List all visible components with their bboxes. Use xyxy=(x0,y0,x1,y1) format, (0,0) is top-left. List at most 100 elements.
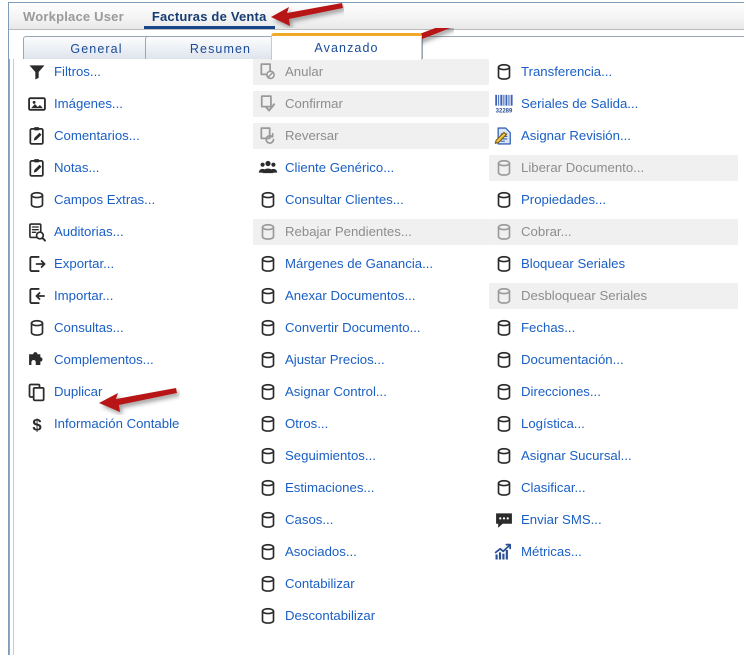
menu-item-label: Imágenes... xyxy=(54,96,123,112)
menu-item-duplicar[interactable]: Duplicar xyxy=(22,379,253,405)
svg-text:$: $ xyxy=(32,415,42,434)
database-icon xyxy=(493,413,515,435)
menu-item-label: Márgenes de Ganancia... xyxy=(285,256,434,272)
menu-item-label: Consultas... xyxy=(54,320,124,336)
menu-item-estimaciones[interactable]: Estimaciones... xyxy=(253,475,489,501)
menu-item-información-contable[interactable]: $ Información Contable xyxy=(22,411,253,437)
menu-item-importar[interactable]: Importar... xyxy=(22,283,253,309)
image-icon xyxy=(26,93,48,115)
database-icon xyxy=(493,253,515,275)
menu-item-label: Asociados... xyxy=(285,544,357,560)
menu-item-consultar-clientes[interactable]: Consultar Clientes... xyxy=(253,187,489,213)
menu-item-enviar-sms[interactable]: Enviar SMS... xyxy=(489,507,738,533)
menu-item-cliente-genérico[interactable]: Cliente Genérico... xyxy=(253,155,489,181)
menu-item-label: Cliente Genérico... xyxy=(285,160,395,176)
menu-item-direcciones[interactable]: Direcciones... xyxy=(489,379,738,405)
database-icon xyxy=(257,413,279,435)
tab-label: Avanzado xyxy=(314,41,379,55)
menu-item-transferencia[interactable]: Transferencia... xyxy=(489,59,738,85)
menu-item-label: Importar... xyxy=(54,288,114,304)
menu-item-label: Reversar xyxy=(285,128,339,144)
menu-item-descontabilizar[interactable]: Descontabilizar xyxy=(253,603,489,629)
menu-item-complementos[interactable]: Complementos... xyxy=(22,347,253,373)
menu-item-label: Asignar Revisión... xyxy=(521,128,631,144)
menu-item-label: Bloquear Seriales xyxy=(521,256,626,272)
tab-label: General xyxy=(70,41,123,56)
menu-item-label: Información Contable xyxy=(54,416,180,432)
clipboard-edit-icon xyxy=(26,125,48,147)
menu-item-rebajar-pendientes: Rebajar Pendientes... xyxy=(253,219,489,245)
menu-item-imágenes[interactable]: Imágenes... xyxy=(22,91,253,117)
menu-item-seguimientos[interactable]: Seguimientos... xyxy=(253,443,489,469)
menu-item-logística[interactable]: Logística... xyxy=(489,411,738,437)
menu-item-exportar[interactable]: Exportar... xyxy=(22,251,253,277)
menu-item-contabilizar[interactable]: Contabilizar xyxy=(253,571,489,597)
database-icon xyxy=(26,317,48,339)
database-icon xyxy=(493,317,515,339)
menu-item-otros[interactable]: Otros... xyxy=(253,411,489,437)
database-icon xyxy=(257,605,279,627)
audit-search-icon xyxy=(26,221,48,243)
menu-item-label: Convertir Documento... xyxy=(285,320,421,336)
menu-item-documentación[interactable]: Documentación... xyxy=(489,347,738,373)
menu-item-label: Anexar Documentos... xyxy=(285,288,416,304)
menu-item-márgenes-de-ganancia[interactable]: Márgenes de Ganancia... xyxy=(253,251,489,277)
menu-item-ajustar-precios[interactable]: Ajustar Precios... xyxy=(253,347,489,373)
advanced-actions-panel: Filtros... Imágenes... Comentarios... Notas… xyxy=(9,59,744,655)
database-icon xyxy=(493,189,515,211)
menu-item-label: Asignar Control... xyxy=(285,384,387,400)
doc-cancel-icon xyxy=(257,61,279,83)
doc-check-icon xyxy=(257,93,279,115)
menu-item-label: Cobrar... xyxy=(521,224,572,240)
menu-item-label: Seguimientos... xyxy=(285,448,376,464)
menu-item-label: Confirmar xyxy=(285,96,343,112)
menu-item-auditorias[interactable]: Auditorias... xyxy=(22,219,253,245)
menu-item-propiedades[interactable]: Propiedades... xyxy=(489,187,738,213)
menu-item-label: Asignar Sucursal... xyxy=(521,448,632,464)
menu-item-desbloquear-seriales: Desbloquear Seriales xyxy=(489,283,738,309)
tab-avanzado[interactable]: Avanzado xyxy=(271,33,422,60)
menu-item-confirmar: Confirmar xyxy=(253,91,489,117)
menu-item-label: Clasificar... xyxy=(521,480,586,496)
menu-item-casos[interactable]: Casos... xyxy=(253,507,489,533)
database-icon xyxy=(257,221,279,243)
database-icon xyxy=(493,157,515,179)
menu-item-label: Anular xyxy=(285,64,324,80)
database-icon xyxy=(257,573,279,595)
doc-tab-workplace-user[interactable]: Workplace User xyxy=(9,3,138,29)
menu-item-campos-extras[interactable]: Campos Extras... xyxy=(22,187,253,213)
tab-label: Resumen xyxy=(189,41,252,56)
menu-item-filtros[interactable]: Filtros... xyxy=(22,59,253,85)
menu-item-notas[interactable]: Notas... xyxy=(22,155,253,181)
menu-item-label: Auditorias... xyxy=(54,224,124,240)
menu-item-label: Estimaciones... xyxy=(285,480,375,496)
menu-item-consultas[interactable]: Consultas... xyxy=(22,315,253,341)
menu-item-label: Propiedades... xyxy=(521,192,607,208)
menu-item-asociados[interactable]: Asociados... xyxy=(253,539,489,565)
action-columns: Filtros... Imágenes... Comentarios... Notas… xyxy=(16,59,744,655)
menu-item-asignar-control[interactable]: Asignar Control... xyxy=(253,379,489,405)
doc-tab-facturas-de-venta[interactable]: Facturas de Venta xyxy=(138,3,281,29)
menu-item-bloquear-seriales[interactable]: Bloquear Seriales xyxy=(489,251,738,277)
database-icon xyxy=(257,349,279,371)
dollar-icon: $ xyxy=(26,413,48,435)
menu-item-label: Duplicar xyxy=(54,384,103,400)
menu-item-label: Logística... xyxy=(521,416,585,432)
menu-item-label: Descontabilizar xyxy=(285,608,376,624)
menu-item-clasificar[interactable]: Clasificar... xyxy=(489,475,738,501)
menu-item-asignar-sucursal[interactable]: Asignar Sucursal... xyxy=(489,443,738,469)
import-icon xyxy=(26,285,48,307)
action-column-1: Filtros... Imágenes... Comentarios... Notas… xyxy=(16,59,253,655)
menu-item-asignar-revisión[interactable]: Asignar Revisión... xyxy=(489,123,738,149)
database-icon xyxy=(257,189,279,211)
menu-item-métricas[interactable]: Métricas... xyxy=(489,539,738,565)
menu-item-convertir-documento[interactable]: Convertir Documento... xyxy=(253,315,489,341)
menu-item-fechas[interactable]: Fechas... xyxy=(489,315,738,341)
menu-item-comentarios[interactable]: Comentarios... xyxy=(22,123,253,149)
menu-item-anexar-documentos[interactable]: Anexar Documentos... xyxy=(253,283,489,309)
document-tabbar: Workplace User Facturas de Venta xyxy=(9,3,744,30)
puzzle-icon xyxy=(26,349,48,371)
menu-item-seriales-de-salida[interactable]: 32289 Seriales de Salida... xyxy=(489,91,738,117)
database-icon xyxy=(493,285,515,307)
menu-item-label: Notas... xyxy=(54,160,100,176)
